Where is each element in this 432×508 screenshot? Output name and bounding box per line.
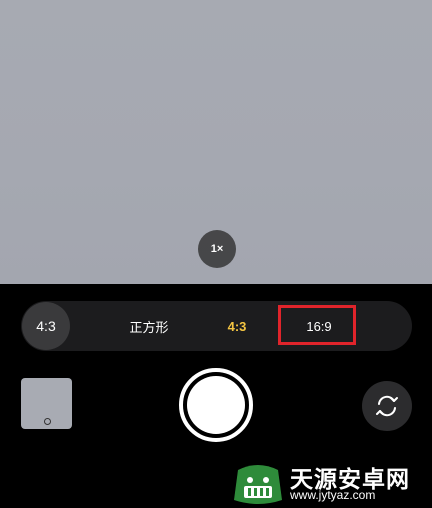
shutter-inner — [187, 376, 245, 434]
photo-thumbnail[interactable] — [21, 378, 72, 429]
zoom-button[interactable]: 1× — [198, 230, 236, 268]
aspect-option-square[interactable]: 正方形 — [109, 301, 189, 351]
android-logo — [234, 465, 282, 504]
aspect-ratio-current-button[interactable]: 4:3 — [22, 302, 70, 350]
thumbnail-dot — [44, 418, 51, 425]
shutter-button[interactable] — [179, 368, 253, 442]
camera-viewfinder: 1× — [0, 0, 432, 284]
watermark-url: www.jytyaz.com — [290, 488, 376, 502]
camera-flip-button[interactable] — [362, 381, 412, 431]
site-watermark: 天源安卓网 www.jytyaz.com — [230, 460, 432, 508]
camera-flip-icon — [376, 395, 398, 417]
highlight-annotation — [278, 305, 356, 345]
aspect-option-4-3[interactable]: 4:3 — [215, 301, 259, 351]
